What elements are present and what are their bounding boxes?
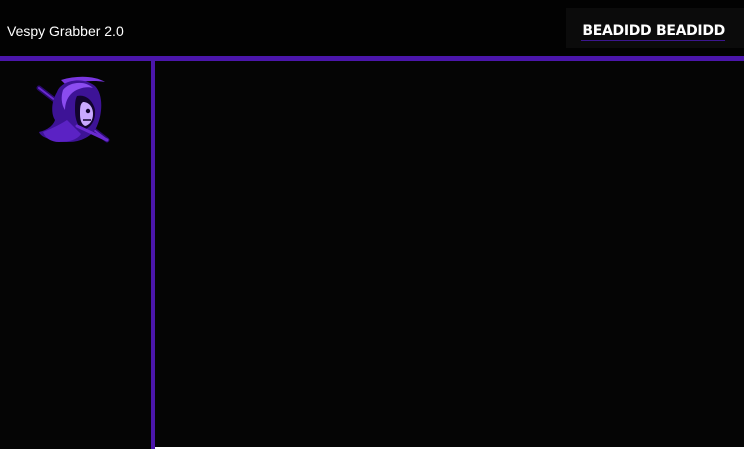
user-display-name[interactable]: BEADIDD BEADIDD [582,22,725,40]
app-title: Vespy Grabber 2.0 [7,23,124,39]
app-window: Vespy Grabber 2.0 BEADIDD BEADIDD [0,0,744,449]
title-bar: Vespy Grabber 2.0 BEADIDD BEADIDD [0,0,744,56]
hooded-reaper-logo-icon [36,76,110,143]
user-name-underline [581,40,725,41]
main-content-area [155,61,744,447]
